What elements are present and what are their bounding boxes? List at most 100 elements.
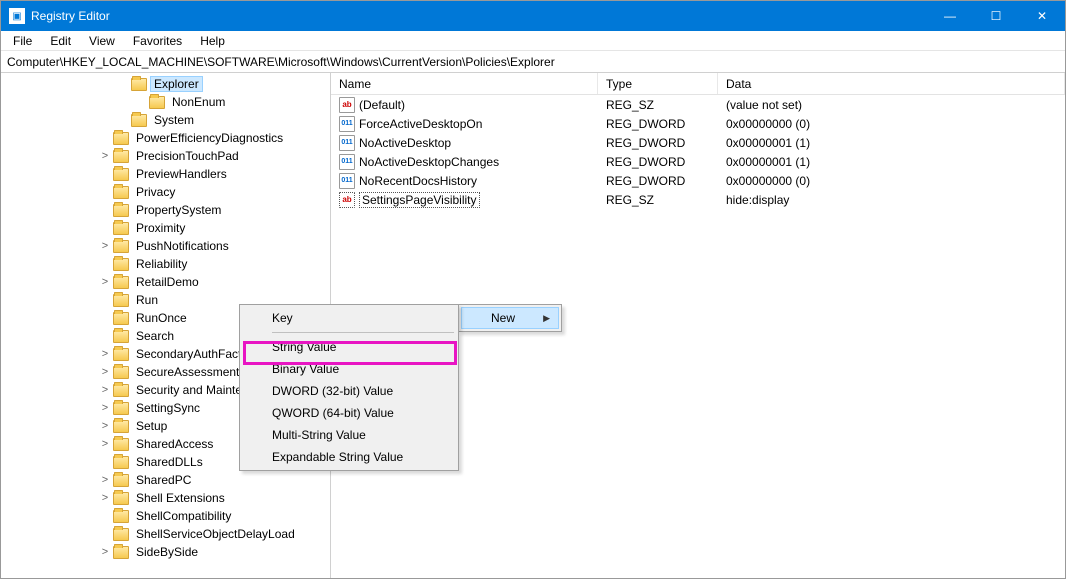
tree-item[interactable]: Reliability	[7, 255, 330, 273]
menu-favorites[interactable]: Favorites	[125, 32, 190, 50]
value-data: 0x00000000 (0)	[722, 174, 1065, 188]
value-type: REG_SZ	[602, 98, 722, 112]
folder-icon	[113, 384, 129, 397]
tree-item[interactable]: > Shell Extensions	[7, 489, 330, 507]
tree-item-label: Search	[133, 329, 177, 343]
tree-item-label: PushNotifications	[133, 239, 232, 253]
value-name: NoActiveDesktopChanges	[359, 155, 499, 169]
context-item-key[interactable]: Key	[242, 307, 456, 329]
folder-icon	[113, 204, 129, 217]
tree-item[interactable]: >SideBySide	[7, 543, 330, 561]
tree-item[interactable]: > PushNotifications	[7, 237, 330, 255]
tree-item-label: Reliability	[133, 257, 190, 271]
tree-item-label: SettingSync	[133, 401, 203, 415]
expand-icon[interactable]: >	[99, 492, 111, 504]
list-row[interactable]: 011NoActiveDesktopREG_DWORD0x00000001 (1…	[331, 133, 1065, 152]
context-item-expandable-string-value[interactable]: Expandable String Value	[242, 446, 456, 468]
tree-item-label: SharedDLLs	[133, 455, 206, 469]
tree-item-label: System	[151, 113, 197, 127]
tree-item[interactable]: Privacy	[7, 183, 330, 201]
tree-item-label: ShellServiceObjectDelayLoad	[133, 527, 298, 541]
close-button[interactable]: ✕	[1019, 1, 1065, 31]
menu-file[interactable]: File	[5, 32, 40, 50]
value-data: 0x00000001 (1)	[722, 155, 1065, 169]
value-type: REG_SZ	[602, 193, 722, 207]
tree-item-label: PrecisionTouchPad	[133, 149, 242, 163]
context-menu-new: Key String ValueBinary ValueDWORD (32-bit…	[239, 304, 459, 471]
expand-icon[interactable]: >	[99, 150, 111, 162]
tree-item-label: RetailDemo	[133, 275, 202, 289]
list-row[interactable]: ab(Default)REG_SZ(value not set)	[331, 95, 1065, 114]
minimize-button[interactable]: —	[927, 1, 973, 31]
value-data: 0x00000001 (1)	[722, 136, 1065, 150]
menu-view[interactable]: View	[81, 32, 123, 50]
string-value-icon: ab	[339, 192, 355, 208]
context-item-binary-value[interactable]: Binary Value	[242, 358, 456, 380]
context-item-multi-string-value[interactable]: Multi-String Value	[242, 424, 456, 446]
column-data[interactable]: Data	[718, 73, 1065, 94]
expand-icon[interactable]: >	[99, 420, 111, 432]
folder-icon	[113, 276, 129, 289]
string-value-icon: ab	[339, 97, 355, 113]
list-row[interactable]: 011NoRecentDocsHistoryREG_DWORD0x0000000…	[331, 171, 1065, 190]
tree-item[interactable]: System	[7, 111, 330, 129]
tree-item[interactable]: PreviewHandlers	[7, 165, 330, 183]
context-item-label: New	[491, 311, 515, 325]
context-item-new[interactable]: New ▶	[461, 307, 559, 329]
window-controls: — ☐ ✕	[927, 1, 1065, 31]
address-bar[interactable]: Computer\HKEY_LOCAL_MACHINE\SOFTWARE\Mic…	[1, 51, 1065, 73]
folder-icon	[113, 150, 129, 163]
folder-icon	[113, 168, 129, 181]
context-item-dword-32-bit-value[interactable]: DWORD (32-bit) Value	[242, 380, 456, 402]
menu-edit[interactable]: Edit	[42, 32, 79, 50]
folder-icon	[113, 222, 129, 235]
expand-icon[interactable]: >	[99, 384, 111, 396]
tree-item[interactable]: > RetailDemo	[7, 273, 330, 291]
expand-icon[interactable]: >	[99, 366, 111, 378]
list-header: Name Type Data	[331, 73, 1065, 95]
expand-icon[interactable]: >	[99, 348, 111, 360]
context-item-qword-64-bit-value[interactable]: QWORD (64-bit) Value	[242, 402, 456, 424]
folder-icon	[131, 114, 147, 127]
expand-icon[interactable]: >	[99, 276, 111, 288]
list-row[interactable]: 011NoActiveDesktopChangesREG_DWORD0x0000…	[331, 152, 1065, 171]
column-name[interactable]: Name	[331, 73, 598, 94]
tree-item-label: Privacy	[133, 185, 178, 199]
context-item-string-value[interactable]: String Value	[242, 336, 456, 358]
value-type: REG_DWORD	[602, 117, 722, 131]
list-row[interactable]: abSettingsPageVisibilityREG_SZhide:displ…	[331, 190, 1065, 209]
expand-icon[interactable]: >	[99, 402, 111, 414]
expand-icon[interactable]: >	[99, 240, 111, 252]
tree-item-label: Run	[133, 293, 161, 307]
folder-icon	[149, 96, 165, 109]
tree-item[interactable]: Explorer	[7, 75, 330, 93]
list-row[interactable]: 011ForceActiveDesktopOnREG_DWORD0x000000…	[331, 114, 1065, 133]
expand-icon[interactable]: >	[99, 546, 111, 558]
tree-item-label: RunOnce	[133, 311, 190, 325]
tree-item[interactable]: ShellCompatibility	[7, 507, 330, 525]
value-type: REG_DWORD	[602, 136, 722, 150]
tree-item[interactable]: ShellServiceObjectDelayLoad	[7, 525, 330, 543]
value-data: 0x00000000 (0)	[722, 117, 1065, 131]
dword-value-icon: 011	[339, 154, 355, 170]
tree-item-label: Shell Extensions	[133, 491, 228, 505]
expand-icon[interactable]: >	[99, 474, 111, 486]
tree-item-label: Explorer	[151, 77, 202, 91]
tree-item[interactable]: PowerEfficiencyDiagnostics	[7, 129, 330, 147]
tree-item[interactable]: PropertySystem	[7, 201, 330, 219]
menu-help[interactable]: Help	[192, 32, 233, 50]
tree-item-label: ShellCompatibility	[133, 509, 234, 523]
folder-icon	[113, 240, 129, 253]
value-name: NoRecentDocsHistory	[359, 174, 477, 188]
tree-item[interactable]: >SharedPC	[7, 471, 330, 489]
maximize-button[interactable]: ☐	[973, 1, 1019, 31]
tree-item-label: NonEnum	[169, 95, 228, 109]
tree-item[interactable]: Proximity	[7, 219, 330, 237]
value-type: REG_DWORD	[602, 174, 722, 188]
column-type[interactable]: Type	[598, 73, 718, 94]
tree-item[interactable]: > PrecisionTouchPad	[7, 147, 330, 165]
expand-icon[interactable]: >	[99, 438, 111, 450]
value-data: hide:display	[722, 193, 1065, 207]
tree-item[interactable]: NonEnum	[7, 93, 330, 111]
folder-icon	[113, 456, 129, 469]
